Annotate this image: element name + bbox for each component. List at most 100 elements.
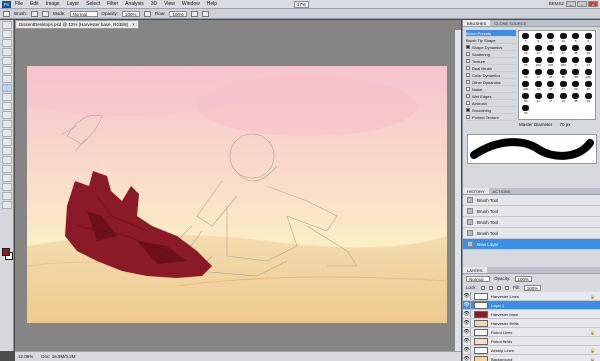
zoom-level-dropdown[interactable]: 17%: [294, 0, 310, 8]
tab-layers[interactable]: LAYERS: [463, 267, 487, 273]
brush-tip[interactable]: 35: [570, 44, 582, 55]
layer-row[interactable]: 👁 Robot fields: [463, 337, 600, 346]
document-tab[interactable]: DissentDesktops.psd @ 12% (Harvester bas…: [15, 20, 139, 29]
lock-all-icon[interactable]: [504, 285, 509, 290]
brush-tip[interactable]: 5: [520, 32, 532, 43]
brush-tip[interactable]: 300: [520, 80, 532, 91]
brush-tip[interactable]: 24: [545, 80, 557, 91]
brush-tip[interactable]: 17: [545, 92, 557, 103]
blur-tool-icon[interactable]: [2, 129, 12, 137]
history-item[interactable]: Brush Tool: [463, 228, 600, 239]
pressure-size-icon[interactable]: [201, 10, 209, 17]
brush-tip[interactable]: 13: [520, 44, 532, 55]
history-brush-tool-icon[interactable]: [2, 102, 12, 110]
brush-tip[interactable]: 200: [545, 56, 557, 67]
marquee-tool-icon[interactable]: [2, 30, 12, 38]
brush-tip[interactable]: 46: [582, 80, 594, 91]
brush-tip[interactable]: 65: [520, 56, 532, 67]
layer-row[interactable]: 👁 Robot Lines 🔒: [463, 328, 600, 337]
dodge-tool-icon[interactable]: [2, 138, 12, 146]
airbrush-checkbox[interactable]: [466, 101, 470, 105]
layer-row[interactable]: 👁 Harvester base: [463, 310, 600, 319]
crop-tool-icon[interactable]: [2, 57, 12, 65]
path-select-tool-icon[interactable]: [2, 165, 12, 173]
color-dynamics-checkbox[interactable]: [466, 73, 470, 77]
eraser-tool-icon[interactable]: [2, 111, 12, 119]
brush-tip[interactable]: 17: [532, 68, 544, 79]
brush-tip[interactable]: 9: [532, 32, 544, 43]
layer-visibility-eye-icon[interactable]: 👁: [463, 310, 471, 318]
clone-stamp-tool-icon[interactable]: [2, 93, 12, 101]
tab-actions[interactable]: ACTIONS: [489, 188, 515, 194]
brush-tip[interactable]: 36: [570, 92, 582, 103]
brush-tool-icon[interactable]: [3, 10, 10, 17]
lock-transparency-icon[interactable]: [480, 285, 485, 290]
brush-tip[interactable]: 45: [545, 68, 557, 79]
brush-tip[interactable]: 23: [557, 92, 569, 103]
lock-position-icon[interactable]: [496, 285, 501, 290]
brush-tip[interactable]: 14: [532, 80, 544, 91]
layer-visibility-eye-icon[interactable]: 👁: [463, 328, 471, 336]
opacity-field[interactable]: 100%: [122, 10, 140, 17]
lock-pixels-icon[interactable]: [488, 285, 493, 290]
3d-tool-icon[interactable]: [2, 183, 12, 191]
pen-tool-icon[interactable]: [2, 147, 12, 155]
history-item[interactable]: Brush Tool: [463, 195, 600, 206]
menu-layer[interactable]: Layer: [67, 1, 80, 7]
brush-tool-icon-active[interactable]: [2, 84, 12, 92]
zoom-percentage[interactable]: 12.09%: [18, 354, 33, 359]
layer-visibility-eye-icon[interactable]: 👁: [463, 346, 471, 354]
minimize-button[interactable]: –: [566, 1, 576, 7]
brush-tip[interactable]: 5: [570, 32, 582, 43]
flow-field[interactable]: 100%: [169, 10, 187, 17]
layer-row[interactable]: 👁 Layer 1: [463, 301, 600, 310]
artwork-canvas[interactable]: [27, 66, 447, 323]
history-item[interactable]: Brush Tool: [463, 217, 600, 228]
texture-checkbox[interactable]: [466, 59, 470, 63]
protect-texture-item[interactable]: Protect Texture: [466, 114, 516, 121]
tab-history[interactable]: HISTORY: [463, 188, 489, 194]
menu-file[interactable]: File: [15, 1, 23, 7]
brush-tip[interactable]: 27: [557, 80, 569, 91]
workspace-label[interactable]: BEMS2: [549, 1, 564, 6]
vertical-scrollbar[interactable]: [455, 30, 461, 351]
layer-visibility-eye-icon[interactable]: 👁: [463, 301, 471, 309]
layer-row[interactable]: 👁 Harvester fields: [463, 319, 600, 328]
noise-checkbox[interactable]: [466, 87, 470, 91]
menu-3d[interactable]: 3D: [151, 1, 157, 7]
mode-select[interactable]: Normal: [69, 10, 98, 17]
layer-visibility-eye-icon[interactable]: 👁: [463, 337, 471, 345]
brush-tip[interactable]: 200: [582, 68, 594, 79]
brush-tip[interactable]: 59: [520, 92, 532, 103]
other-dynamics-checkbox[interactable]: [466, 80, 470, 84]
maximize-button[interactable]: ▫: [577, 1, 587, 7]
history-item-selected[interactable]: New Layer: [463, 239, 600, 250]
shape-dynamics-checkbox[interactable]: [466, 45, 470, 49]
layer-row[interactable]: 👁 Airship Lines 🔒: [463, 346, 600, 355]
scattering-checkbox[interactable]: [466, 52, 470, 56]
tab-brushes[interactable]: BRUSHES: [463, 20, 491, 26]
wet-edges-checkbox[interactable]: [466, 94, 470, 98]
lasso-tool-icon[interactable]: [2, 39, 12, 47]
brush-tip[interactable]: 27: [557, 44, 569, 55]
pressure-opacity-icon[interactable]: [143, 10, 151, 17]
layer-row[interactable]: 👁 Harvester Lines 🔒: [463, 292, 600, 301]
zoom-tool-icon[interactable]: [2, 201, 12, 209]
menu-edit[interactable]: Edit: [30, 1, 39, 7]
eyedropper-tool-icon[interactable]: [2, 66, 12, 74]
close-button[interactable]: ×: [588, 1, 598, 7]
brush-tip[interactable]: 39: [570, 80, 582, 91]
brush-tip[interactable]: 19: [557, 32, 569, 43]
airbrush-icon[interactable]: [190, 10, 198, 17]
master-diameter-value[interactable]: 70 px: [560, 122, 571, 127]
menu-select[interactable]: Select: [86, 1, 100, 7]
brush-tip[interactable]: 65: [557, 68, 569, 79]
layer-row[interactable]: 👁 Background 🔒: [463, 355, 600, 361]
master-diameter-control[interactable]: Master Diameter 70 px: [519, 122, 571, 127]
dual-brush-checkbox[interactable]: [466, 66, 470, 70]
brush-tip[interactable]: 13: [545, 32, 557, 43]
quick-select-tool-icon[interactable]: [2, 48, 12, 56]
brush-tip[interactable]: 21: [545, 44, 557, 55]
brush-tip[interactable]: 19: [520, 68, 532, 79]
type-tool-icon[interactable]: [2, 156, 12, 164]
